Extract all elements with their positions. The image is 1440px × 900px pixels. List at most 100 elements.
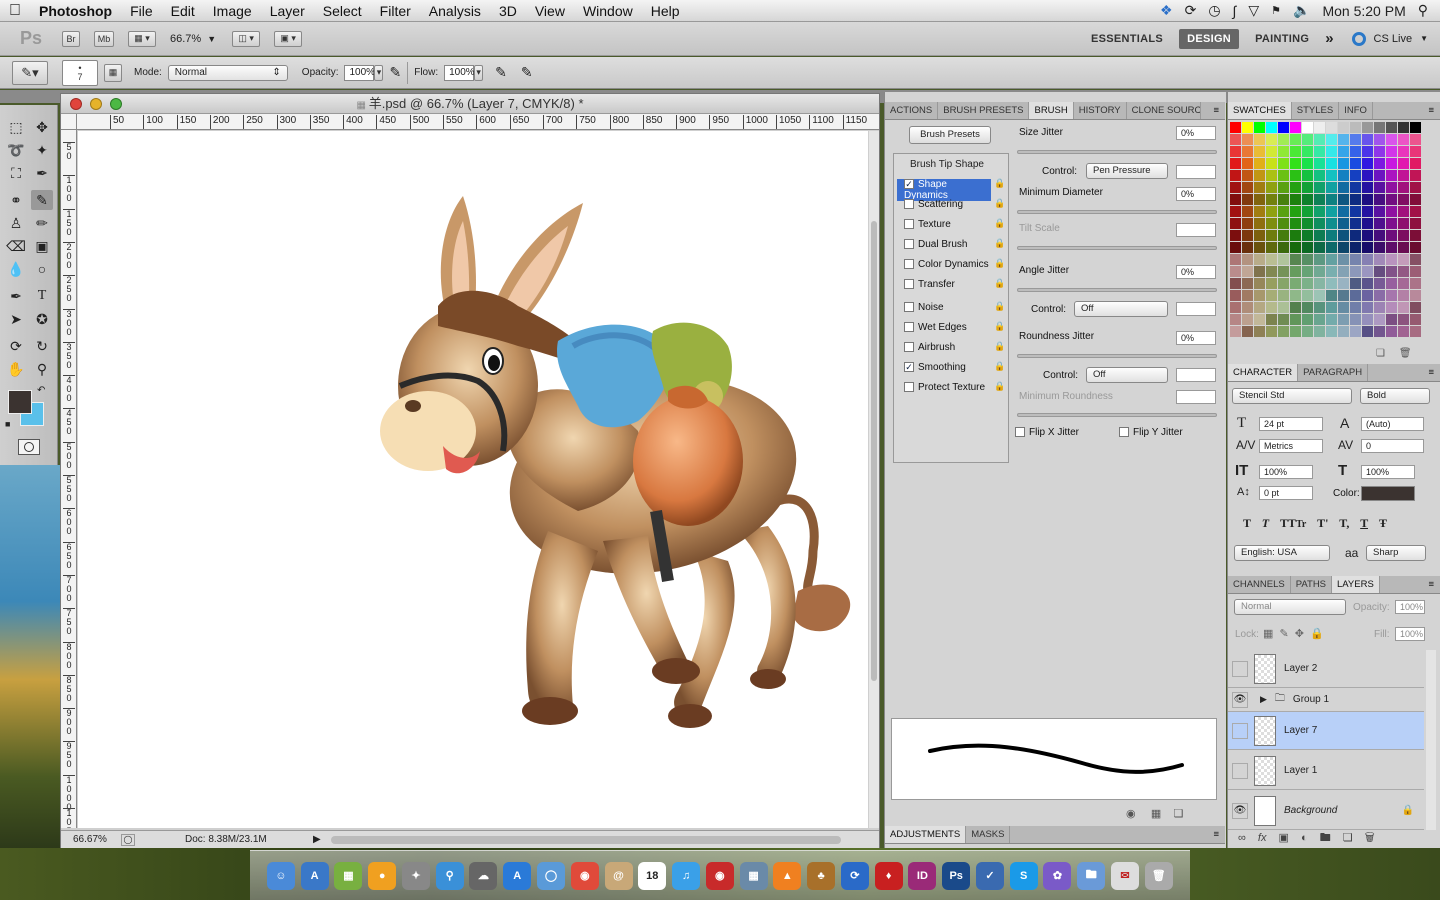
swatch-cell[interactable] <box>1314 146 1325 157</box>
roundness-jitter-slider[interactable] <box>1017 354 1217 358</box>
lock-icon[interactable]: 🔒 <box>994 381 1005 392</box>
address-book-icon[interactable]: @ <box>604 861 633 890</box>
zoom-dropdown-icon[interactable]: ▼ <box>207 34 216 44</box>
swatch-cell[interactable] <box>1398 134 1409 145</box>
swatch-cell[interactable] <box>1374 170 1385 181</box>
superscript-button[interactable]: T' <box>1317 516 1328 530</box>
swatch-cell[interactable] <box>1266 290 1277 301</box>
swatch-cell[interactable] <box>1230 290 1241 301</box>
swatch-cell[interactable] <box>1350 170 1361 181</box>
lock-icon[interactable]: 🔒 <box>994 198 1005 209</box>
swatch-cell[interactable] <box>1278 122 1289 133</box>
safari-icon[interactable]: ⚲ <box>435 861 464 890</box>
swatch-cell[interactable] <box>1326 302 1337 313</box>
swatch-cell[interactable] <box>1410 314 1421 325</box>
minimize-window-button[interactable] <box>90 98 102 110</box>
tab-character[interactable]: CHARACTER <box>1228 364 1299 381</box>
swatch-cell[interactable] <box>1338 182 1349 193</box>
lock-all-icon[interactable]: 🔒 <box>1310 628 1324 640</box>
swatch-cell[interactable] <box>1386 254 1397 265</box>
menu-select[interactable]: Select <box>314 3 371 19</box>
swatch-cell[interactable] <box>1242 230 1253 241</box>
swatch-cell[interactable] <box>1374 206 1385 217</box>
language-select[interactable]: English: USA <box>1234 545 1330 561</box>
swatch-cell[interactable] <box>1278 266 1289 277</box>
swatch-cell[interactable] <box>1338 170 1349 181</box>
swatch-cell[interactable] <box>1254 146 1265 157</box>
swatch-cell[interactable] <box>1386 278 1397 289</box>
swatch-cell[interactable] <box>1254 170 1265 181</box>
finder-icon[interactable]: ☺ <box>266 861 295 890</box>
swatch-cell[interactable] <box>1302 182 1313 193</box>
swatch-cell[interactable] <box>1302 230 1313 241</box>
visibility-eye-icon[interactable]: 👁 <box>1232 691 1248 708</box>
swatch-cell[interactable] <box>1398 326 1409 337</box>
swatch-cell[interactable] <box>1302 326 1313 337</box>
default-colors-icon[interactable]: ■ <box>5 419 10 429</box>
swatch-cell[interactable] <box>1386 206 1397 217</box>
swatch-cell[interactable] <box>1362 290 1373 301</box>
compass-icon[interactable]: ✦ <box>401 861 430 890</box>
flip-x-checkbox[interactable]: Flip X Jitter <box>1015 427 1079 438</box>
arrange-documents-button[interactable]: ◫ ▾ <box>232 30 261 47</box>
swatch-cell[interactable] <box>1254 230 1265 241</box>
swatch-cell[interactable] <box>1374 290 1385 301</box>
swatch-cell[interactable] <box>1242 218 1253 229</box>
tab-adjustments[interactable]: ADJUSTMENTS <box>885 826 967 843</box>
flip-y-box[interactable] <box>1119 427 1129 438</box>
swatch-cell[interactable] <box>1362 182 1373 193</box>
swatch-cell[interactable] <box>1338 254 1349 265</box>
swatch-cell[interactable] <box>1326 194 1337 205</box>
indesign-icon[interactable]: ID <box>908 861 937 890</box>
app-store-a-icon[interactable]: A <box>503 861 532 890</box>
tab-paragraph[interactable]: PARAGRAPH <box>1298 364 1369 381</box>
move-tool-icon[interactable]: ✥ <box>31 117 53 137</box>
status-menu-icon[interactable]: ▶ <box>313 834 321 845</box>
min-roundness-field[interactable] <box>1176 390 1216 404</box>
minibridge-button[interactable]: Mb <box>94 30 114 47</box>
swatch-cell[interactable] <box>1374 326 1385 337</box>
swatch-cell[interactable] <box>1362 230 1373 241</box>
app-store-icon[interactable]: A <box>300 861 329 890</box>
lock-position-icon[interactable]: ✥ <box>1295 628 1304 640</box>
link-layers-icon[interactable]: ∞ <box>1238 832 1246 844</box>
zoom-level[interactable]: 66.7% <box>170 33 201 45</box>
swatch-cell[interactable] <box>1362 242 1373 253</box>
lock-icon[interactable]: 🔒 <box>994 301 1005 312</box>
swatch-cell[interactable] <box>1230 206 1241 217</box>
swatch-cell[interactable] <box>1254 182 1265 193</box>
swatch-cell[interactable] <box>1302 302 1313 313</box>
swap-colors-icon[interactable]: ↶ <box>37 385 45 396</box>
tab-styles[interactable]: STYLES <box>1292 102 1340 119</box>
workspace-design[interactable]: DESIGN <box>1179 28 1240 49</box>
size-control-field[interactable] <box>1176 165 1216 179</box>
swatch-cell[interactable] <box>1266 242 1277 253</box>
flow-dropdown-icon[interactable]: ▾ <box>474 64 484 81</box>
swatch-cell[interactable] <box>1278 218 1289 229</box>
visibility-eye-icon[interactable]: 👁 <box>1232 802 1248 819</box>
new-group-icon[interactable]: 🖿 <box>1320 832 1331 844</box>
swatch-cell[interactable] <box>1350 314 1361 325</box>
swatch-cell[interactable] <box>1350 326 1361 337</box>
swatch-cell[interactable] <box>1410 146 1421 157</box>
vlc-icon[interactable]: ▲ <box>773 861 802 890</box>
brush-option-checkbox[interactable] <box>904 219 914 230</box>
photobooth-icon[interactable]: ◉ <box>705 861 734 890</box>
swatch-cell[interactable] <box>1398 278 1409 289</box>
swatch-grid[interactable] <box>1230 122 1422 344</box>
lock-icon[interactable]: 🔒 <box>994 341 1005 352</box>
swatch-cell[interactable] <box>1230 278 1241 289</box>
baseline-shift-field[interactable]: 0 pt <box>1259 486 1313 500</box>
size-control-select[interactable]: Pen Pressure <box>1086 163 1168 179</box>
swatch-cell[interactable] <box>1242 242 1253 253</box>
swatch-cell[interactable] <box>1386 290 1397 301</box>
brush-option-item[interactable]: Color Dynamics <box>904 259 1004 270</box>
swatch-cell[interactable] <box>1254 242 1265 253</box>
swatch-cell[interactable] <box>1290 170 1301 181</box>
swatch-cell[interactable] <box>1398 170 1409 181</box>
swatch-cell[interactable] <box>1350 230 1361 241</box>
tab-paths[interactable]: PATHS <box>1291 576 1333 593</box>
swatch-cell[interactable] <box>1362 146 1373 157</box>
swatch-cell[interactable] <box>1338 218 1349 229</box>
tab-clone-source[interactable]: CLONE SOURCE <box>1127 102 1201 119</box>
